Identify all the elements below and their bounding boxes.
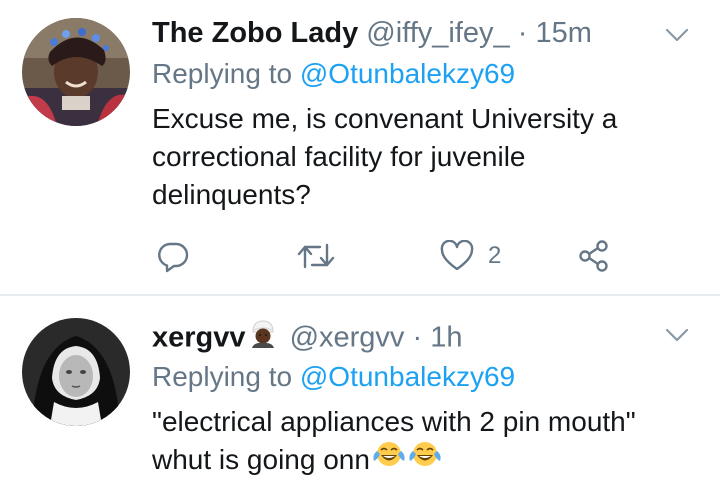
avatar[interactable] [22, 318, 130, 426]
tweet-text-line: Excuse me, is convenant University a [152, 103, 618, 134]
handle[interactable]: @iffy_ifey_ [366, 17, 509, 49]
like-icon [440, 240, 474, 271]
avatar-image [22, 318, 130, 426]
person-with-turban-emoji [248, 318, 278, 356]
retweet-icon [297, 243, 335, 269]
face-with-tears-of-joy-emoji [372, 439, 406, 479]
like-count: 2 [488, 242, 502, 269]
retweet-button[interactable] [296, 232, 336, 280]
chevron-down-icon[interactable] [664, 22, 690, 48]
handle[interactable]: @xergvv [290, 322, 405, 354]
replying-to-label: Replying to [152, 58, 293, 89]
reply-handle-link[interactable]: @Otunbalekzy69 [300, 361, 515, 392]
replying-to: Replying to @Otunbalekzy69 [152, 360, 515, 394]
tweet[interactable]: The Zobo Lady @iffy_ifey_ · 15m Replying… [0, 0, 720, 296]
replying-to: Replying to @Otunbalekzy69 [152, 57, 515, 91]
display-name[interactable]: The Zobo Lady [152, 17, 358, 49]
tweet-text-line: delinquents? [152, 179, 311, 210]
share-icon [579, 240, 608, 272]
tweet-text-line-wrap: whut is going onn [152, 441, 692, 482]
tweet[interactable]: xergvv @xergvv · 1h Replying to @Otunbal… [0, 296, 720, 492]
display-name[interactable]: xergvv [152, 322, 246, 354]
tweet-text: "electrical appliances with 2 pin mouth"… [152, 403, 692, 482]
timestamp[interactable]: 1h [430, 322, 462, 354]
chevron-down-icon[interactable] [664, 322, 690, 348]
timestamp[interactable]: 15m [535, 17, 591, 49]
tweet-actions: 2 [152, 232, 692, 280]
replying-to-label: Replying to [152, 361, 293, 392]
tweet-text-line: correctional facility for juvenile [152, 141, 526, 172]
tweet-text-line: whut is going onn [152, 444, 370, 475]
reply-icon [158, 242, 189, 273]
face-with-tears-of-joy-emoji [408, 439, 442, 479]
like-button[interactable]: 2 [440, 232, 501, 280]
share-button[interactable] [578, 232, 610, 280]
avatar-image [22, 18, 130, 126]
tweet-text-line: "electrical appliances with 2 pin mouth" [152, 406, 636, 437]
tweet-header: xergvv @xergvv · 1h [152, 318, 463, 360]
tweet-header: The Zobo Lady @iffy_ifey_ · 15m [152, 16, 592, 50]
reply-handle-link[interactable]: @Otunbalekzy69 [300, 58, 515, 89]
separator: · [412, 321, 423, 354]
separator: · [517, 17, 528, 49]
tweet-text: Excuse me, is convenant University a cor… [152, 100, 692, 214]
reply-button[interactable] [156, 232, 190, 280]
avatar[interactable] [22, 18, 130, 126]
